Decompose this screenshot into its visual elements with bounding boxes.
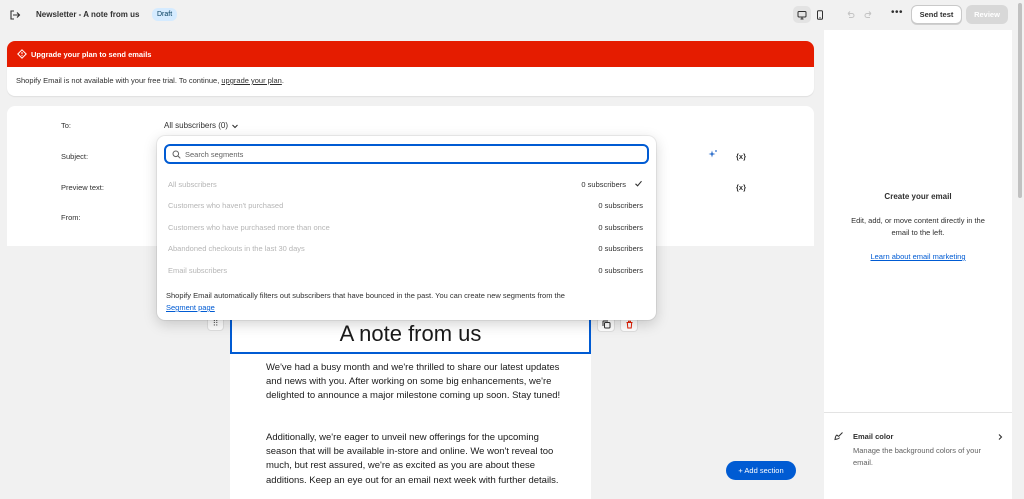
segment-option-repeat-purchasers[interactable]: Customers who have purchased more than o… — [168, 220, 643, 234]
duplicate-icon — [602, 320, 610, 329]
right-sidebar: Create your email Edit, add, or move con… — [824, 30, 1012, 499]
segment-option-email-subscribers[interactable]: Email subscribers 0 subscribers — [168, 263, 643, 277]
segments-dropdown: All subscribers 0 subscribers Customers … — [157, 136, 656, 320]
more-actions-button[interactable]: ••• — [888, 7, 906, 23]
segment-page-link[interactable]: Segment page — [166, 303, 215, 312]
segment-count: 0 subscribers — [581, 180, 626, 189]
top-bar: Newsletter - A note from us Draft ••• Se… — [0, 0, 1024, 30]
segment-name: Customers who haven't purchased — [168, 201, 284, 210]
segment-option-not-purchased[interactable]: Customers who haven't purchased 0 subscr… — [168, 198, 643, 212]
send-test-button[interactable]: Send test — [911, 5, 962, 24]
segment-name: Email subscribers — [168, 266, 228, 275]
alert-title: Upgrade your plan to send emails — [31, 49, 152, 59]
segment-count: 0 subscribers — [598, 201, 643, 210]
status-badge: Draft — [152, 8, 178, 21]
preview-variable-icon[interactable]: {x} — [736, 183, 746, 192]
segments-footer-text: Shopify Email automatically filters out … — [166, 291, 565, 300]
upgrade-alert: Upgrade your plan to send emails Shopify… — [7, 41, 814, 96]
email-color-title: Email color — [853, 432, 894, 441]
segment-search-box[interactable] — [164, 144, 649, 164]
chevron-down-icon — [232, 124, 238, 128]
segment-count: 0 subscribers — [598, 266, 643, 275]
alert-header: Upgrade your plan to send emails — [7, 41, 814, 67]
undo-icon[interactable] — [845, 10, 855, 20]
segment-name: Customers who have purchased more than o… — [168, 223, 330, 232]
sidebar-description: Edit, add, or move content directly in t… — [851, 216, 985, 237]
segment-count: 0 subscribers — [598, 244, 643, 253]
segment-option-all-subscribers[interactable]: All subscribers 0 subscribers — [168, 177, 643, 191]
recipient-selector[interactable]: All subscribers (0) — [164, 121, 239, 130]
email-paragraph-1[interactable]: We've had a busy month and we're thrille… — [266, 361, 561, 404]
mobile-icon — [817, 9, 823, 20]
trash-icon — [626, 320, 632, 329]
mobile-view-button[interactable] — [811, 6, 829, 23]
device-toggle — [791, 6, 830, 23]
ai-sparkle-icon[interactable] — [708, 149, 718, 159]
redo-icon[interactable] — [864, 10, 874, 20]
preview-text-label: Preview text: — [61, 183, 104, 192]
to-label: To: — [61, 121, 72, 130]
page-scrollbar[interactable] — [1016, 0, 1024, 499]
segment-name: Abandoned checkouts in the last 30 days — [168, 244, 305, 253]
exit-icon[interactable] — [9, 9, 21, 21]
page-title: Newsletter - A note from us — [36, 10, 140, 19]
segment-name: All subscribers — [168, 180, 217, 189]
checkmark-icon — [635, 180, 642, 187]
alert-body-text: Shopify Email is not available with your… — [16, 76, 222, 85]
from-label: From: — [61, 213, 81, 222]
alert-body-end: . — [281, 76, 284, 85]
segment-option-abandoned-checkouts[interactable]: Abandoned checkouts in the last 30 days … — [168, 241, 643, 255]
desktop-view-button[interactable] — [793, 6, 811, 23]
subject-label: Subject: — [61, 152, 89, 161]
segment-count: 0 subscribers — [598, 223, 643, 232]
add-section-button[interactable]: + Add section — [726, 461, 796, 480]
email-color-description: Manage the background colors of your ema… — [853, 446, 981, 467]
segments-footer-note: Shopify Email automatically filters out … — [166, 290, 646, 314]
desktop-icon — [797, 10, 807, 19]
subject-variable-icon[interactable]: {x} — [736, 152, 746, 161]
scrollbar-thumb[interactable] — [1018, 3, 1022, 198]
recipient-value: All subscribers (0) — [164, 121, 229, 130]
alert-body: Shopify Email is not available with your… — [7, 67, 814, 85]
learn-email-marketing-link[interactable]: Learn about email marketing — [824, 252, 1012, 261]
search-icon — [172, 150, 181, 159]
segment-search-input[interactable] — [185, 149, 625, 159]
sidebar-title: Create your email — [884, 192, 952, 201]
chevron-right-icon — [998, 434, 1003, 440]
sidebar-divider — [824, 412, 1012, 413]
upgrade-plan-link[interactable]: upgrade your plan — [221, 76, 281, 85]
alert-diamond-icon — [17, 49, 27, 59]
paint-brush-icon — [834, 432, 843, 441]
email-color-setting[interactable]: Email color Manage the background colors… — [834, 428, 1004, 468]
review-button[interactable]: Review — [966, 5, 1008, 24]
email-paragraph-2[interactable]: Additionally, we're eager to unveil new … — [266, 431, 561, 488]
